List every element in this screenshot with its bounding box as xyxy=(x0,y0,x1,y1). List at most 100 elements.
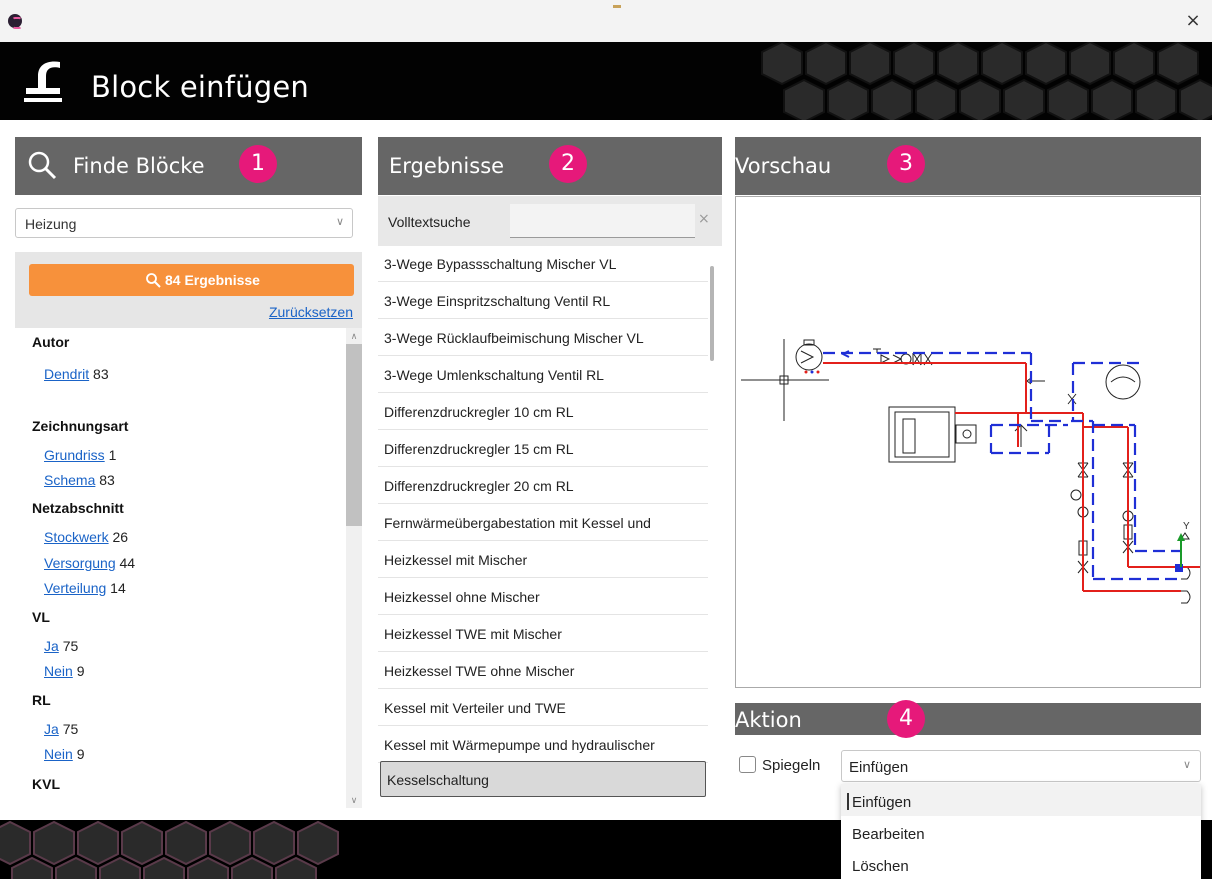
dialog-header: Block einfügen xyxy=(0,42,1212,120)
facet-link[interactable]: Ja xyxy=(44,721,59,737)
step-badge: 2 xyxy=(549,145,587,183)
facet-item[interactable]: Dendrit 83 xyxy=(44,366,109,382)
result-item[interactable]: Heizkessel TWE mit Mischer xyxy=(378,616,708,652)
mirror-label: Spiegeln xyxy=(762,757,821,774)
selection-cursor xyxy=(847,793,849,810)
facet-link[interactable]: Nein xyxy=(44,663,73,679)
fulltext-search-bar: Volltextsuche × xyxy=(378,196,722,246)
result-item[interactable]: Kessel mit Verteiler und TWE xyxy=(378,690,708,726)
facet-count: 83 xyxy=(99,472,115,488)
result-item[interactable]: Heizkessel ohne Mischer xyxy=(378,579,708,615)
result-item[interactable]: Fernwärmeübergabestation mit Kessel und xyxy=(378,505,708,541)
insert-block-icon xyxy=(24,61,62,102)
facet-count: 14 xyxy=(110,580,126,596)
facet-link[interactable]: Stockwerk xyxy=(44,529,109,545)
facet-heading: Autor xyxy=(32,334,70,350)
facet-link[interactable]: Nein xyxy=(44,746,73,762)
results-title: Ergebnisse xyxy=(389,154,505,178)
chevron-down-icon: ∨ xyxy=(1182,759,1191,771)
facet-item[interactable]: Stockwerk 26 xyxy=(44,529,128,545)
facet-item[interactable]: Verteilung 14 xyxy=(44,580,126,596)
dropdown-option-label: Einfügen xyxy=(852,794,912,811)
title-bar-indicator xyxy=(613,5,621,8)
preview-title: Vorschau xyxy=(735,154,832,178)
result-item[interactable]: 3-Wege Umlenkschaltung Ventil RL xyxy=(378,357,708,393)
result-item[interactable]: 3-Wege Rücklaufbeimischung Mischer VL xyxy=(378,320,708,356)
result-item[interactable]: Differenzdruckregler 20 cm RL xyxy=(378,468,708,504)
title-bar: × xyxy=(0,0,1212,42)
facet-item[interactable]: Schema 83 xyxy=(44,472,115,488)
facet-item[interactable]: Grundriss 1 xyxy=(44,447,116,463)
results-header: Ergebnisse 2 xyxy=(378,137,722,195)
facet-item[interactable]: Nein 9 xyxy=(44,746,84,762)
facet-link[interactable]: Verteilung xyxy=(44,580,106,596)
facet-heading: Netzabschnitt xyxy=(32,500,124,516)
block-preview: Y xyxy=(735,196,1201,688)
result-item-selected[interactable]: Kesselschaltung xyxy=(380,761,706,797)
dropdown-option-edit[interactable]: Bearbeiten xyxy=(841,816,1201,848)
facet-item[interactable]: Ja 75 xyxy=(44,721,78,737)
scrollbar-thumb[interactable] xyxy=(346,344,362,526)
action-select[interactable]: Einfügen ∨ xyxy=(841,750,1201,782)
schematic-preview-drawing: Y xyxy=(741,339,1200,604)
facet-heading: RL xyxy=(32,692,51,708)
result-item[interactable]: Kessel mit Wärmepumpe und hydraulischer xyxy=(378,727,708,763)
result-item[interactable]: Heizkessel TWE ohne Mischer xyxy=(378,653,708,689)
step-badge: 3 xyxy=(887,145,925,183)
close-button[interactable]: × xyxy=(1182,10,1204,32)
facet-link[interactable]: Versorgung xyxy=(44,555,116,571)
search-icon xyxy=(28,151,57,180)
search-results-button[interactable]: 84 Ergebnisse xyxy=(29,264,354,296)
app-logo-icon xyxy=(8,14,22,29)
action-header: Aktion 4 xyxy=(735,700,1201,738)
find-blocks-title: Finde Blöcke xyxy=(73,154,205,178)
facet-count: 75 xyxy=(62,721,79,737)
facet-link[interactable]: Ja xyxy=(44,638,59,654)
facet-link[interactable]: Dendrit xyxy=(44,366,89,382)
fulltext-label: Volltextsuche xyxy=(388,214,471,230)
action-title: Aktion xyxy=(735,708,802,732)
facet-item[interactable]: Ja 75 xyxy=(44,638,78,654)
result-item[interactable]: Heizkessel mit Mischer xyxy=(378,542,708,578)
clear-search-button[interactable]: × xyxy=(698,211,710,227)
category-select[interactable]: Heizung ∨ xyxy=(15,208,353,238)
step-badge: 4 xyxy=(887,700,925,738)
facet-heading: VL xyxy=(32,609,50,625)
results-scrollbar[interactable] xyxy=(710,266,714,361)
facet-link[interactable]: Grundriss xyxy=(44,447,105,463)
action-dropdown-menu: Einfügen Bearbeiten Löschen xyxy=(841,784,1201,879)
find-blocks-header: Finde Blöcke 1 xyxy=(15,137,362,195)
facet-link[interactable]: Schema xyxy=(44,472,95,488)
mirror-checkbox[interactable] xyxy=(739,756,756,773)
fulltext-search-input[interactable] xyxy=(510,204,695,238)
result-item[interactable]: 3-Wege Bypassschaltung Mischer VL xyxy=(378,246,708,282)
search-icon xyxy=(146,273,161,288)
result-item[interactable]: Differenzdruckregler 10 cm RL xyxy=(378,394,708,430)
facet-count: 75 xyxy=(62,638,79,654)
reset-link[interactable]: Zurücksetzen xyxy=(269,304,353,320)
facet-count: 1 xyxy=(108,447,117,463)
scroll-down-icon[interactable]: ∨ xyxy=(346,792,362,808)
result-item[interactable]: Differenzdruckregler 15 cm RL xyxy=(378,431,708,467)
facet-count: 9 xyxy=(76,663,85,679)
facet-item[interactable]: Versorgung 44 xyxy=(44,555,135,571)
facet-count: 83 xyxy=(93,366,109,382)
facet-count: 9 xyxy=(76,746,85,762)
facet-item[interactable]: Nein 9 xyxy=(44,663,84,679)
dropdown-option-insert[interactable]: Einfügen xyxy=(841,784,1201,816)
scroll-up-icon[interactable]: ∧ xyxy=(346,328,362,344)
facet-count: 26 xyxy=(112,529,129,545)
category-select-value: Heizung xyxy=(25,216,77,232)
dialog-window: × Block einfügen Finde Blöcke 1 Ergebnis… xyxy=(0,0,1212,879)
facet-count: 44 xyxy=(119,555,136,571)
dialog-title: Block einfügen xyxy=(91,70,309,104)
step-badge: 1 xyxy=(239,145,277,183)
axis-label-y: Y xyxy=(1183,521,1190,532)
search-results-count: 84 Ergebnisse xyxy=(165,272,260,288)
dropdown-option-delete[interactable]: Löschen xyxy=(841,848,1201,879)
facet-scrollbar[interactable]: ∧ ∨ xyxy=(346,328,362,808)
results-list: 3-Wege Bypassschaltung Mischer VL 3-Wege… xyxy=(378,246,722,810)
result-item[interactable]: 3-Wege Einspritzschaltung Ventil RL xyxy=(378,283,708,319)
action-select-value: Einfügen xyxy=(849,759,909,776)
chevron-down-icon: ∨ xyxy=(335,216,344,228)
